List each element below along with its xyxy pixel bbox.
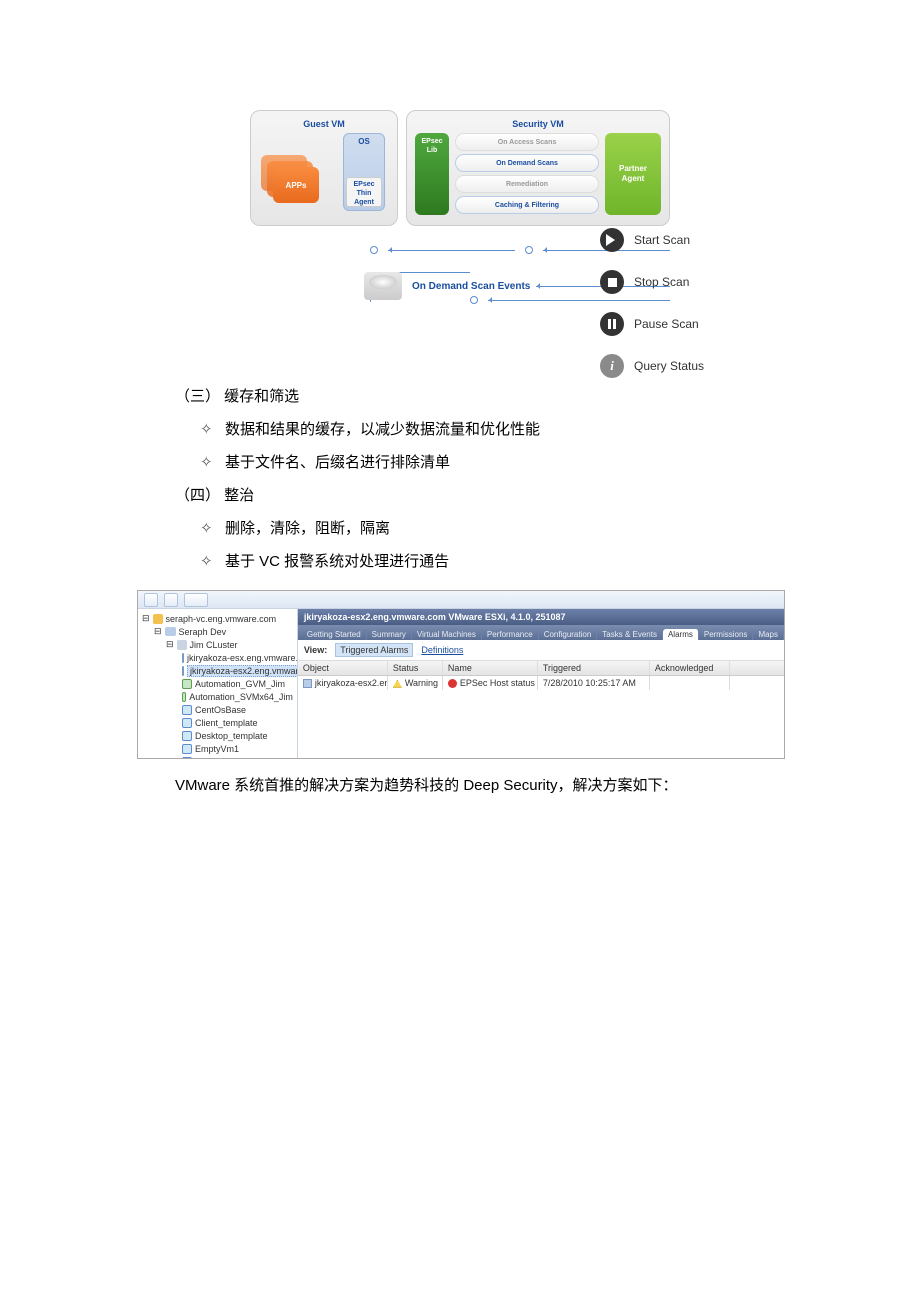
cluster-icon bbox=[177, 640, 187, 650]
section-3-heading: （三） 缓存和筛选 bbox=[175, 380, 870, 413]
vm-icon bbox=[182, 757, 192, 759]
pause-scan-label: Pause Scan bbox=[634, 317, 699, 331]
apps-stack: APPs bbox=[261, 155, 323, 203]
epsec-lib-box: EPsec Lib bbox=[415, 133, 449, 215]
toolbar-button[interactable] bbox=[144, 593, 158, 607]
vsphere-screenshot: ⊟seraph-vc.eng.vmware.com ⊟Seraph Dev ⊟J… bbox=[137, 590, 785, 759]
col-object[interactable]: Object bbox=[298, 661, 388, 675]
guest-vm-title: Guest VM bbox=[259, 119, 389, 129]
on-demand-scans-pill: On Demand Scans bbox=[455, 154, 599, 172]
final-paragraph: VMware 系统首推的解决方案为趋势科技的 Deep Security，解决方… bbox=[175, 769, 870, 802]
thin-agent-box: EPsec Thin Agent bbox=[346, 177, 382, 207]
tab-tasks-events[interactable]: Tasks & Events bbox=[597, 629, 663, 640]
tree-vm[interactable]: Automation_GVM_Jim bbox=[195, 679, 285, 689]
host-tabs: Getting Started Summary Virtual Machines… bbox=[298, 625, 784, 640]
host-icon bbox=[182, 666, 184, 676]
tab-alarms[interactable]: Alarms bbox=[663, 629, 699, 640]
section-4-bullet-2: 基于 VC 报警系统对处理进行通告 bbox=[175, 545, 870, 578]
stop-scan-action: Stop Scan bbox=[600, 270, 750, 294]
tree-vm[interactable]: Client_template bbox=[195, 718, 258, 728]
tree-host[interactable]: jkiryakoza-esx.eng.vmware.com bbox=[187, 653, 298, 663]
section-3-bullet-1: 数据和结果的缓存，以减少数据流量和优化性能 bbox=[175, 413, 870, 446]
cell-status: Warning bbox=[405, 678, 438, 688]
col-status[interactable]: Status bbox=[388, 661, 443, 675]
table-header: Object Status Name Triggered Acknowledge… bbox=[298, 661, 784, 676]
tree-root[interactable]: seraph-vc.eng.vmware.com bbox=[166, 614, 277, 624]
warning-icon bbox=[393, 680, 402, 688]
toolbar-button[interactable] bbox=[164, 593, 178, 607]
tab-performance[interactable]: Performance bbox=[482, 629, 539, 640]
tab-configuration[interactable]: Configuration bbox=[539, 629, 598, 640]
apps-label: APPs bbox=[273, 167, 319, 203]
tab-getting-started[interactable]: Getting Started bbox=[302, 629, 367, 640]
section-3-bullet-2: 基于文件名、后缀名进行排除清单 bbox=[175, 446, 870, 479]
security-vm-title: Security VM bbox=[415, 119, 661, 129]
host-icon bbox=[182, 653, 184, 663]
tree-vm[interactable]: Desktop_template bbox=[195, 731, 268, 741]
cell-acknowledged bbox=[650, 676, 730, 690]
tree-cluster[interactable]: Jim CLuster bbox=[190, 640, 238, 650]
query-status-action: i Query Status bbox=[600, 354, 750, 378]
guest-vm-panel: Guest VM OS EPsec Thin Agent APPs bbox=[250, 110, 398, 226]
stop-icon bbox=[600, 270, 624, 294]
play-icon bbox=[600, 228, 624, 252]
folder-icon bbox=[153, 614, 163, 624]
alarm-icon bbox=[448, 679, 457, 688]
tree-vm[interactable]: EmptyVm1 bbox=[195, 744, 239, 754]
section-4-heading: （四） 整治 bbox=[175, 479, 870, 512]
toolbar-button[interactable] bbox=[184, 593, 208, 607]
vsphere-toolbar bbox=[138, 591, 784, 609]
disk-icon bbox=[364, 272, 402, 300]
alarms-view-bar: View: Triggered Alarms Definitions bbox=[298, 640, 784, 661]
col-triggered[interactable]: Triggered bbox=[538, 661, 650, 675]
triggered-alarms-link[interactable]: Triggered Alarms bbox=[335, 643, 413, 657]
vm-icon bbox=[182, 744, 192, 754]
scan-actions-list: Start Scan Stop Scan Pause Scan i Query … bbox=[600, 228, 750, 378]
info-icon: i bbox=[600, 354, 624, 378]
tab-summary[interactable]: Summary bbox=[367, 629, 412, 640]
vm-icon bbox=[182, 692, 186, 702]
host-icon bbox=[303, 679, 312, 688]
tree-datacenter[interactable]: Seraph Dev bbox=[179, 627, 227, 637]
os-box: OS EPsec Thin Agent bbox=[343, 133, 385, 211]
alarms-table: Object Status Name Triggered Acknowledge… bbox=[298, 661, 784, 758]
pause-scan-action: Pause Scan bbox=[600, 312, 750, 336]
vm-icon bbox=[182, 731, 192, 741]
partner-agent-box: Partner Agent bbox=[605, 133, 661, 215]
cell-name: EPSec Host status bbox=[460, 678, 535, 688]
security-vm-panel: Security VM EPsec Lib On Access Scans On… bbox=[406, 110, 670, 226]
col-acknowledged[interactable]: Acknowledged bbox=[650, 661, 730, 675]
query-status-label: Query Status bbox=[634, 359, 704, 373]
datacenter-icon bbox=[165, 627, 176, 636]
tab-virtual-machines[interactable]: Virtual Machines bbox=[412, 629, 482, 640]
vm-icon bbox=[182, 705, 192, 715]
architecture-diagram: Guest VM OS EPsec Thin Agent APPs Securi… bbox=[175, 110, 870, 380]
vm-icon bbox=[182, 679, 192, 689]
pause-icon bbox=[600, 312, 624, 336]
remediation-pill: Remediation bbox=[455, 175, 599, 193]
stop-scan-label: Stop Scan bbox=[634, 275, 689, 289]
vm-icon bbox=[182, 718, 192, 728]
definitions-link[interactable]: Definitions bbox=[421, 645, 463, 655]
tree-vm[interactable]: GiladSVM2 bbox=[195, 757, 241, 759]
tree-host-selected[interactable]: jkiryakoza-esx2.eng.vmware.com bbox=[187, 665, 298, 677]
document-body: （三） 缓存和筛选 数据和结果的缓存，以减少数据流量和优化性能 基于文件名、后缀… bbox=[175, 380, 870, 578]
cell-object: jkiryakoza-esx2.eng... bbox=[315, 678, 388, 688]
tab-maps[interactable]: Maps bbox=[753, 629, 784, 640]
col-name[interactable]: Name bbox=[443, 661, 538, 675]
on-access-scans-pill: On Access Scans bbox=[455, 133, 599, 151]
start-scan-label: Start Scan bbox=[634, 233, 690, 247]
inventory-tree[interactable]: ⊟seraph-vc.eng.vmware.com ⊟Seraph Dev ⊟J… bbox=[138, 609, 298, 758]
tree-vm[interactable]: Automation_SVMx64_Jim bbox=[189, 692, 293, 702]
tab-permissions[interactable]: Permissions bbox=[699, 629, 754, 640]
tree-vm[interactable]: CentOsBase bbox=[195, 705, 246, 715]
cell-triggered: 7/28/2010 10:25:17 AM bbox=[538, 676, 650, 690]
start-scan-action: Start Scan bbox=[600, 228, 750, 252]
table-row[interactable]: jkiryakoza-esx2.eng... Warning EPSec Hos… bbox=[298, 676, 784, 690]
section-4-bullet-1: 删除，清除，阻断，隔离 bbox=[175, 512, 870, 545]
os-label: OS bbox=[358, 137, 370, 146]
view-label: View: bbox=[304, 645, 327, 655]
caching-filtering-pill: Caching & Filtering bbox=[455, 196, 599, 214]
host-title-bar: jkiryakoza-esx2.eng.vmware.com VMware ES… bbox=[298, 609, 784, 625]
